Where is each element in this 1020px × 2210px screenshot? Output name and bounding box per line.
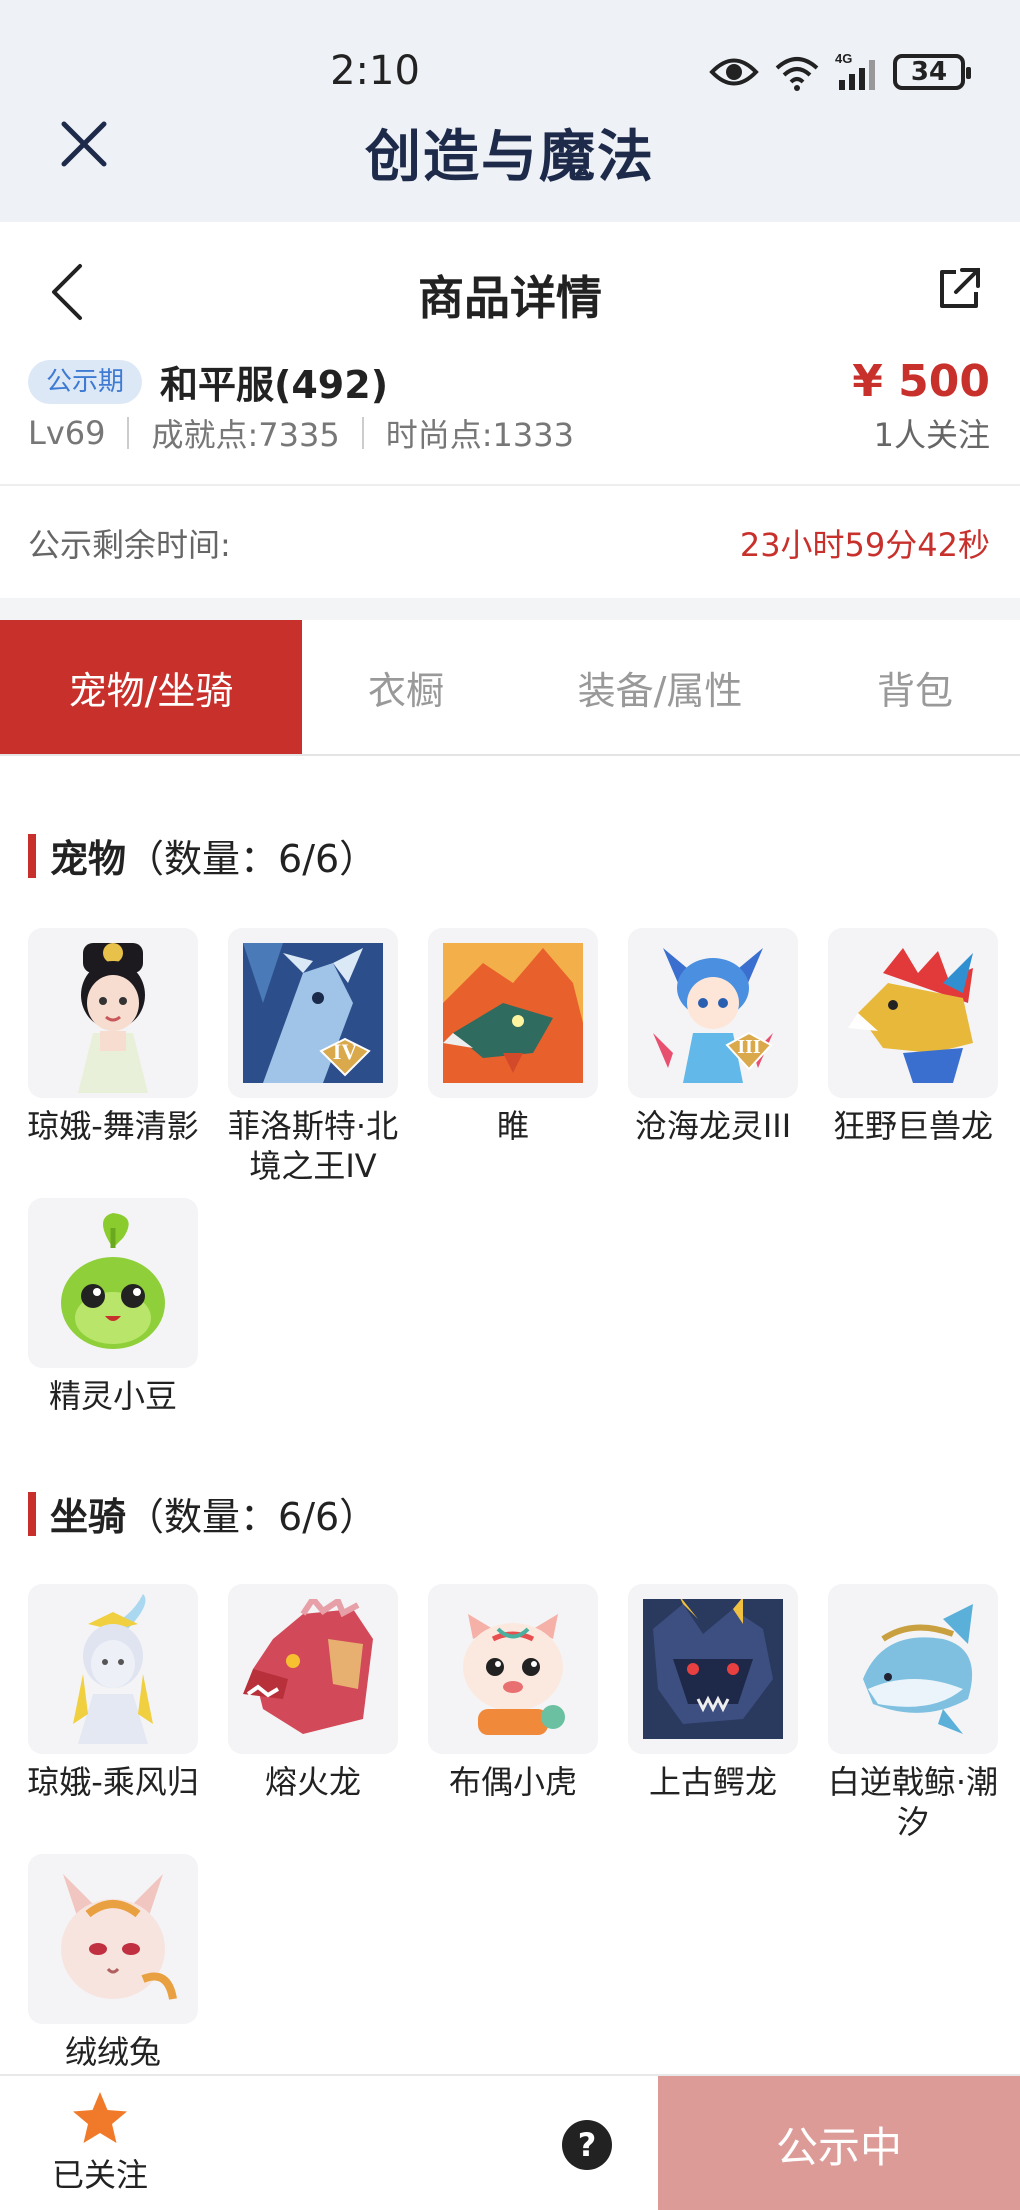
top-bar: 2:10 4G 34 创造与魔法 (0, 0, 1020, 222)
mount-item[interactable]: 熔火龙 (228, 1584, 398, 1842)
pet-item[interactable]: 睢 (428, 928, 598, 1186)
countdown-row: 公示剩余时间: 23小时59分42秒 (0, 486, 1020, 598)
pet-name: 沧海龙灵III (634, 1107, 792, 1145)
divider (361, 417, 364, 449)
mount-name: 琼娥-乘风归 (27, 1763, 199, 1801)
mount-item[interactable]: 琼娥-乘风归 (27, 1584, 199, 1842)
listing-header: 公示期 和平服(492) ¥ 500 Lv69 成就点:7335 时尚点:133… (0, 352, 1020, 484)
green-sprout-pet-icon (28, 1198, 198, 1368)
toy-tiger-icon (428, 1584, 598, 1754)
share-icon[interactable] (936, 266, 982, 312)
tab-bar: 宠物/坐骑 衣橱 装备/属性 背包 (0, 620, 1020, 756)
eye-icon (709, 58, 759, 86)
pet-item[interactable]: IV 菲洛斯特·北境之王IV (228, 928, 398, 1186)
countdown-label: 公示剩余时间: (28, 526, 231, 564)
svg-text:IV: IV (333, 1039, 358, 1064)
server-name: 和平服(492) (160, 363, 389, 407)
tab-wardrobe[interactable]: 衣橱 (302, 620, 510, 754)
bottom-action-bar: 已关注 ? 公示中 (0, 2074, 1020, 2210)
section-count: （数量：6/6） (126, 1495, 378, 1539)
divider (127, 417, 130, 449)
mount-name: 白逆戟鲸·潮汐 (827, 1763, 999, 1841)
status-badge: 公示期 (28, 360, 143, 404)
tab-backpack[interactable]: 背包 (810, 620, 1020, 754)
pet-name: 狂野巨兽龙 (832, 1107, 993, 1145)
fire-beast-icon (428, 928, 598, 1098)
wifi-icon (775, 57, 819, 91)
fluffy-rabbit-icon (28, 1854, 198, 2024)
pets-grid: 琼娥-舞清影 IV 菲洛斯特·北境之王IV 睢 III 沧海龙灵III 狂野巨兽… (27, 928, 998, 1416)
wild-dragon-icon (828, 928, 998, 1098)
publicity-status-button[interactable]: 公示中 (658, 2076, 1020, 2210)
mount-name: 绒绒兔 (64, 2033, 161, 2071)
mount-item[interactable]: 绒绒兔 (28, 1854, 198, 2072)
svg-text:4G: 4G (835, 52, 852, 66)
price: ¥ 500 (852, 356, 990, 407)
follow-label: 已关注 (51, 2156, 148, 2194)
tab-pets-mounts[interactable]: 宠物/坐骑 (0, 620, 302, 754)
sea-dragon-spirit-icon: III (628, 928, 798, 1098)
pet-name: 菲洛斯特·北境之王IV (227, 1107, 399, 1185)
help-icon[interactable]: ? (562, 2120, 612, 2170)
ancient-croc-dragon-icon (628, 1584, 798, 1754)
follow-button[interactable]: 已关注 (40, 2090, 160, 2200)
account-stats: Lv69 成就点:7335 时尚点:1333 (28, 410, 574, 456)
pets-section-title: 宠物 （数量：6/6） (28, 828, 377, 883)
section-marker (28, 1491, 36, 1536)
mount-item[interactable]: 上古鳄龙 (628, 1584, 798, 1842)
fashion-points: 时尚点:1333 (385, 416, 574, 454)
achievement-points: 成就点:7335 (151, 416, 340, 454)
level: Lv69 (28, 414, 106, 452)
status-time: 2:10 (330, 48, 420, 94)
fairy-mount-icon (28, 1584, 198, 1754)
section-name: 宠物 (50, 837, 127, 881)
follower-count: 1人关注 (873, 416, 990, 454)
mount-item[interactable]: 白逆戟鲸·潮汐 (828, 1584, 998, 1842)
page-nav: 商品详情 (0, 222, 1020, 352)
fairy-pet-icon (28, 928, 198, 1098)
mount-item[interactable]: 布偶小虎 (428, 1584, 598, 1842)
white-orca-icon (828, 1584, 998, 1754)
app-title: 创造与魔法 (365, 125, 655, 190)
pet-name: 琼娥-舞清影 (27, 1107, 199, 1145)
pet-name: 精灵小豆 (48, 1377, 177, 1415)
svg-text:III: III (737, 1036, 761, 1058)
pet-item[interactable]: 琼娥-舞清影 (27, 928, 199, 1186)
section-name: 坐骑 (50, 1495, 127, 1539)
mounts-grid: 琼娥-乘风归 熔火龙 布偶小虎 上古鳄龙 白逆戟鲸·潮汐 绒绒兔 (27, 1584, 998, 2072)
pet-item[interactable]: 精灵小豆 (28, 1198, 198, 1416)
status-icons: 4G 34 (709, 52, 971, 92)
countdown-value: 23小时59分42秒 (739, 526, 990, 564)
pet-name: 睢 (496, 1107, 529, 1145)
pet-item[interactable]: 狂野巨兽龙 (828, 928, 998, 1186)
mount-name: 上古鳄龙 (648, 1763, 777, 1801)
section-gap (0, 598, 1020, 620)
section-count: （数量：6/6） (126, 837, 378, 881)
signal-icon: 4G (835, 52, 875, 90)
tab-equipment[interactable]: 装备/属性 (510, 620, 810, 754)
star-icon (73, 2092, 127, 2143)
frost-dragon-icon: IV (228, 928, 398, 1098)
mount-name: 布偶小虎 (448, 1763, 577, 1801)
mounts-section-title: 坐骑 （数量：6/6） (28, 1486, 377, 1541)
lava-dragon-icon (228, 1584, 398, 1754)
pet-item[interactable]: III 沧海龙灵III (628, 928, 798, 1186)
section-marker (28, 833, 36, 878)
page-title: 商品详情 (418, 271, 602, 325)
mount-name: 熔火龙 (264, 1763, 361, 1801)
battery-indicator: 34 (893, 54, 971, 90)
